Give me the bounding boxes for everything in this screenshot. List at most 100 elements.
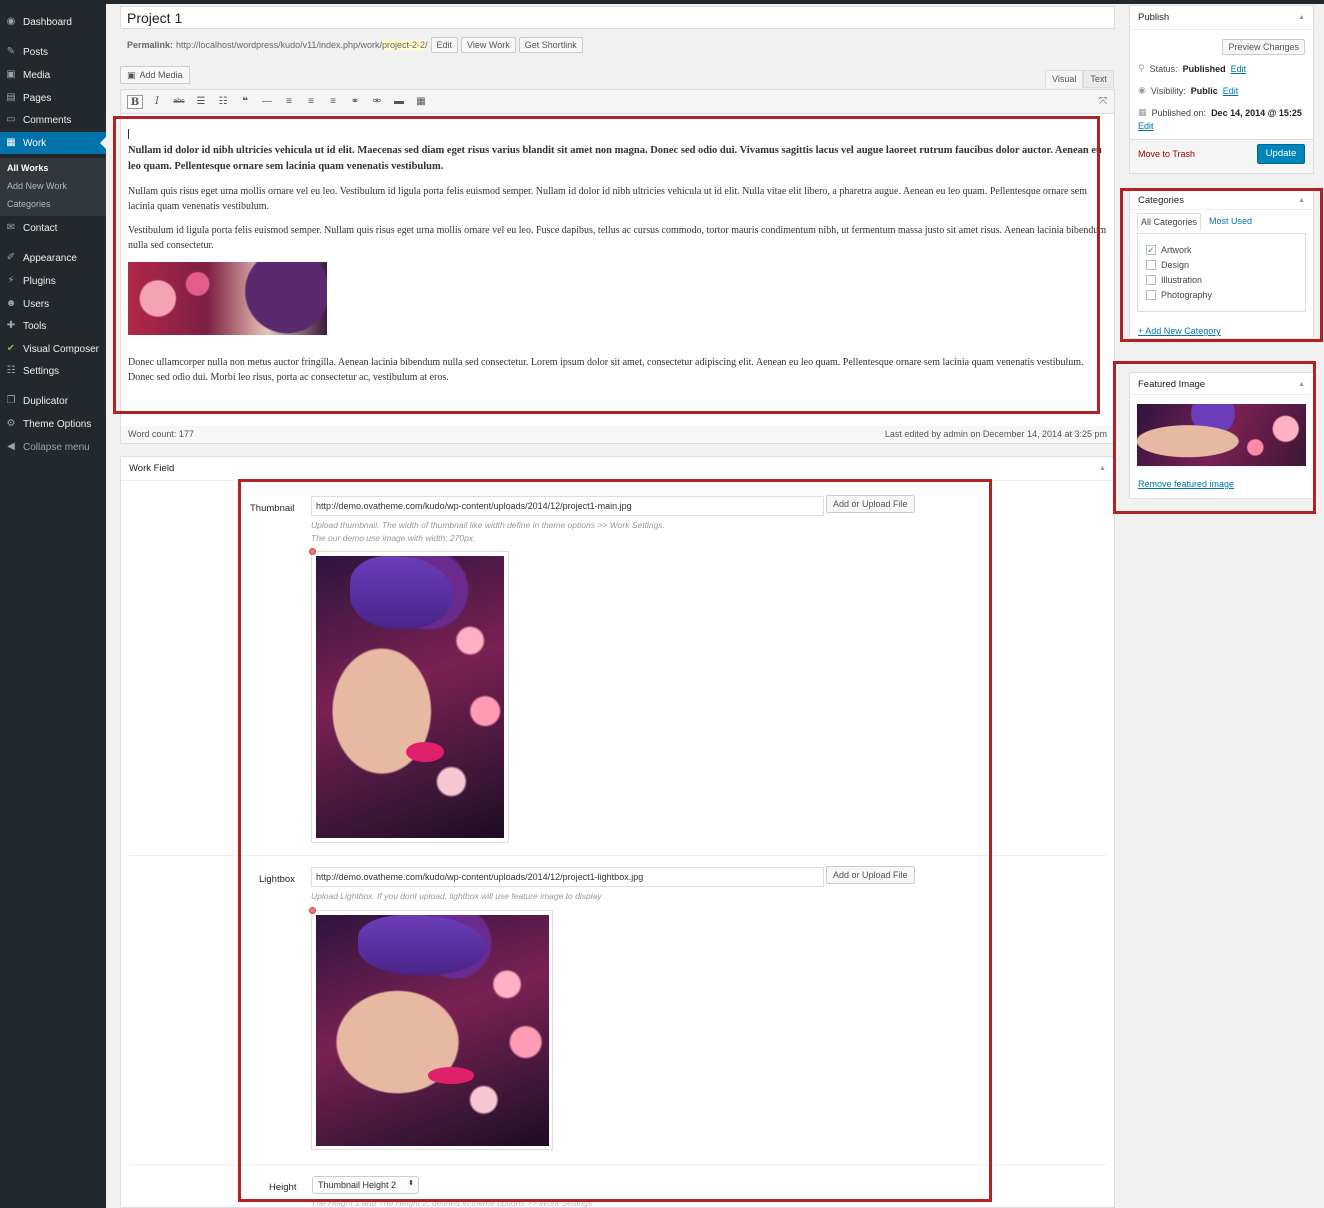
visual-composer-icon: ✔: [6, 343, 16, 354]
sidebar-item-visual-composer[interactable]: ✔ Visual Composer: [0, 339, 106, 359]
word-count: Word count: 177: [128, 429, 194, 439]
align-center-icon[interactable]: ≡: [303, 95, 319, 109]
field-divider: [129, 855, 1106, 856]
view-work-button[interactable]: View Work: [461, 37, 516, 53]
permalink-slug[interactable]: project-2-2: [381, 40, 426, 50]
sidebar-item-tools[interactable]: ✚ Tools: [0, 316, 106, 336]
sidebar-item-pages[interactable]: ▤ Pages: [0, 88, 106, 108]
category-item-illustration[interactable]: Illustration: [1146, 275, 1202, 285]
sidebar-item-settings[interactable]: ☷ Settings: [0, 361, 106, 381]
featured-image-preview[interactable]: [1137, 404, 1306, 466]
work-field-metabox: Work Field ▲ Thumbnail http://demo.ovath…: [120, 456, 1115, 1208]
content-paragraph-4: Donec ullamcorper nulla non metus auctor…: [128, 356, 1084, 383]
published-on-row: ▦ Published on: Dec 14, 2014 @ 15:25: [1138, 107, 1302, 118]
status-row: ⚲ Status: Published Edit: [1138, 63, 1247, 74]
visibility-row: ◉ Visibility: Public Edit: [1138, 85, 1239, 96]
category-item-design[interactable]: Design: [1146, 260, 1189, 270]
dashboard-icon: ◉: [6, 16, 16, 27]
lightbox-url-input[interactable]: http://demo.ovatheme.com/kudo/wp-content…: [311, 867, 824, 887]
collapse-arrow-icon[interactable]: ▲: [1298, 381, 1305, 388]
height-select[interactable]: Thumbnail Height 2 ⬍: [312, 1176, 419, 1194]
strikethrough-icon[interactable]: abc: [171, 95, 187, 109]
submenu-categories[interactable]: Categories: [7, 199, 51, 209]
content-image[interactable]: [128, 261, 327, 335]
edit-permalink-button[interactable]: Edit: [430, 37, 459, 53]
editor-content[interactable]: Nullam id dolor id nibh ultricies vehicu…: [121, 114, 1114, 430]
admin-top-bar: [0, 0, 1324, 4]
edit-visibility-link[interactable]: Edit: [1223, 86, 1239, 96]
add-new-category-link[interactable]: + Add New Category: [1138, 326, 1221, 336]
bullet-list-icon[interactable]: ☰: [193, 95, 209, 109]
fullscreen-icon[interactable]: ⤧: [1095, 95, 1111, 109]
unlink-icon[interactable]: ⚮: [369, 95, 385, 109]
submenu-add-new-work[interactable]: Add New Work: [7, 181, 67, 191]
sidebar-item-contact[interactable]: ✉ Contact: [0, 218, 106, 238]
calendar-icon: ▦: [1138, 107, 1147, 117]
collapse-arrow-icon[interactable]: ▲: [1298, 197, 1305, 204]
lightbox-upload-button[interactable]: Add or Upload File: [826, 866, 915, 884]
tab-visual[interactable]: Visual: [1045, 70, 1084, 88]
edit-status-link[interactable]: Edit: [1231, 64, 1247, 74]
align-left-icon[interactable]: ≡: [281, 95, 297, 109]
horizontal-rule-icon[interactable]: —: [259, 95, 275, 109]
collapse-icon: ◀: [7, 441, 15, 452]
sidebar-item-media[interactable]: ▣ Media: [0, 65, 106, 85]
sidebar-item-plugins[interactable]: ⚡ Plugins: [0, 271, 106, 291]
italic-icon[interactable]: I: [149, 95, 165, 109]
sidebar-item-theme-options[interactable]: ⚙ Theme Options: [0, 414, 106, 434]
eye-icon: ◉: [1138, 85, 1146, 95]
sidebar-item-dashboard[interactable]: ◉ Dashboard: [0, 12, 106, 32]
thumbnail-upload-button[interactable]: Add or Upload File: [826, 495, 915, 513]
collapse-arrow-icon[interactable]: ▲: [1099, 465, 1106, 472]
sidebar-item-posts[interactable]: ✎ Posts: [0, 42, 106, 62]
preview-changes-button[interactable]: Preview Changes: [1222, 39, 1305, 55]
sidebar-item-duplicator[interactable]: ❐ Duplicator: [0, 391, 106, 411]
featured-divider: [1130, 394, 1313, 395]
get-shortlink-button[interactable]: Get Shortlink: [518, 37, 583, 53]
content-paragraph-1: Nullam id dolor id nibh ultricies vehicu…: [128, 145, 1102, 172]
bold-icon[interactable]: B: [127, 95, 143, 109]
sidebar-item-appearance[interactable]: ✐ Appearance: [0, 248, 106, 268]
checkbox-checked-icon[interactable]: ✓: [1146, 245, 1156, 255]
comments-icon: ▭: [6, 114, 16, 125]
post-title-input[interactable]: Project 1: [120, 6, 1115, 29]
publish-metabox: Publish ▲ Preview Changes ⚲ Status: Publi…: [1129, 5, 1314, 174]
category-item-artwork[interactable]: ✓ Artwork: [1146, 245, 1192, 255]
settings-icon: ☷: [6, 365, 16, 376]
edit-date-link[interactable]: Edit: [1138, 121, 1154, 131]
tab-all-categories[interactable]: All Categories: [1137, 213, 1202, 231]
gear-icon: ⚙: [6, 418, 16, 429]
blockquote-icon[interactable]: ❝: [237, 95, 253, 109]
checkbox-icon[interactable]: [1146, 260, 1156, 270]
add-media-button[interactable]: ▣ Add Media: [120, 66, 190, 84]
tab-most-used[interactable]: Most Used: [1206, 213, 1255, 229]
remove-featured-image-link[interactable]: Remove featured image: [1138, 479, 1234, 489]
align-right-icon[interactable]: ≡: [325, 95, 341, 109]
lightbox-description: Upload Lightbox. If you dont upload, lig…: [311, 891, 602, 901]
sidebar-item-comments[interactable]: ▭ Comments: [0, 110, 106, 130]
tab-text[interactable]: Text: [1083, 70, 1114, 88]
link-icon[interactable]: ⚭: [347, 95, 363, 109]
sidebar-collapse-menu[interactable]: ◀ Collapse menu: [0, 437, 106, 457]
update-button[interactable]: Update: [1257, 144, 1305, 164]
remove-thumbnail-icon[interactable]: [309, 548, 316, 555]
work-field-header[interactable]: Work Field ▲: [121, 457, 1114, 481]
sidebar-item-work[interactable]: ▦ Work: [0, 132, 106, 154]
pin-icon: ⚲: [1138, 63, 1145, 73]
checkbox-icon[interactable]: [1146, 275, 1156, 285]
collapse-arrow-icon[interactable]: ▲: [1298, 14, 1305, 21]
toolbar-toggle-icon[interactable]: ▦: [413, 95, 429, 109]
sidebar-item-users[interactable]: ☻ Users: [0, 294, 106, 314]
content-paragraph-2: Nullam quis risus eget urna mollis ornar…: [128, 185, 1088, 212]
submenu-all-works[interactable]: All Works: [7, 163, 48, 173]
category-item-photography[interactable]: Photography: [1146, 290, 1212, 300]
remove-lightbox-icon[interactable]: [309, 907, 316, 914]
read-more-icon[interactable]: ▬: [391, 95, 407, 109]
move-to-trash-link[interactable]: Move to Trash: [1138, 149, 1195, 159]
thumbnail-url-input[interactable]: http://demo.ovatheme.com/kudo/wp-content…: [311, 496, 824, 516]
thumbnail-preview-image: [316, 556, 504, 838]
text-cursor: [128, 129, 129, 139]
pin-icon: ✎: [6, 46, 16, 57]
numbered-list-icon[interactable]: ☷: [215, 95, 231, 109]
checkbox-icon[interactable]: [1146, 290, 1156, 300]
